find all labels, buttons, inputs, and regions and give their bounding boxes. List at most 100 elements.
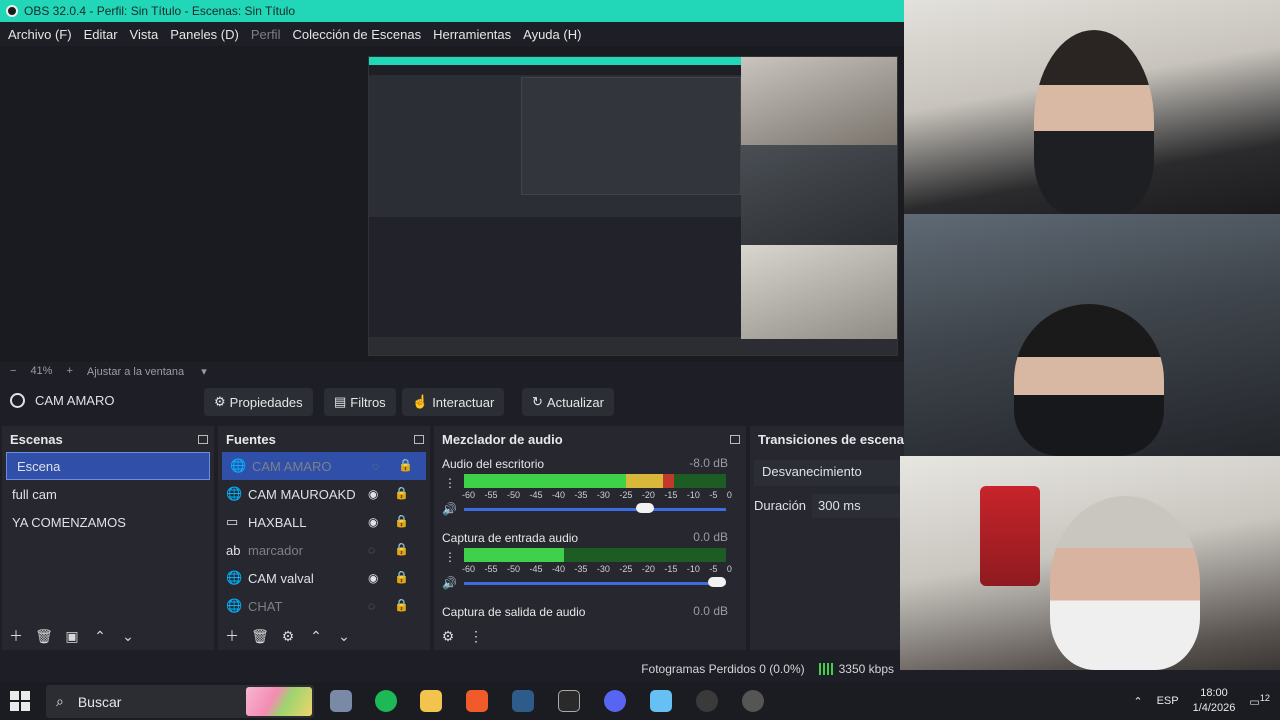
menu-perfil[interactable]: Perfil [245,27,287,42]
chevron-up-icon[interactable]: ⌃ [1133,695,1142,708]
search-icon: ⌕ [56,693,64,709]
filters-button[interactable]: ▤ Filtros [324,388,396,416]
add-icon[interactable]: ＋ [218,626,246,646]
move-down-icon[interactable]: ⌄ [114,628,142,645]
trash-icon[interactable]: 🗑 [246,628,274,645]
steam-icon-2[interactable] [650,690,672,712]
eye-icon[interactable]: ◉ [368,487,378,501]
volume-meter-fill [464,474,726,488]
source-item[interactable]: ab marcador ◌ 🔒 [218,536,430,564]
channel-name: Captura de salida de audio [442,605,586,619]
windows-start-icon[interactable] [10,691,30,711]
source-item[interactable]: 🌐 CAM AMARO ◌ 🔒 [222,452,426,480]
zoom-out-button[interactable]: − [10,365,16,377]
menu-coleccion-escenas[interactable]: Colección de Escenas [286,27,427,42]
volume-slider-handle[interactable] [636,503,654,513]
epic-games-icon[interactable] [558,690,580,712]
volume-slider-handle[interactable] [708,577,726,587]
volume-slider[interactable] [464,582,726,585]
scenes-title: Escenas [10,431,63,447]
steam-icon[interactable] [512,690,534,712]
more-vertical-icon[interactable]: ⋮ [444,550,456,564]
menu-editar[interactable]: Editar [78,27,124,42]
interact-button[interactable]: ☝ Interactuar [402,388,505,416]
obs-taskbar-icon[interactable] [696,690,718,712]
scene-item[interactable]: full cam [2,480,214,508]
menu-paneles[interactable]: Paneles (D) [164,27,245,42]
chat-overlay [904,216,1134,272]
discord-icon[interactable] [604,690,626,712]
zoom-fit-dropdown[interactable]: Ajustar a la ventana ▾ [87,365,207,378]
brave-icon[interactable] [466,690,488,712]
source-item[interactable]: 🌐 CHAT ◌ 🔒 [218,592,430,620]
properties-label: Propiedades [229,394,303,410]
duration-label: Duración [754,498,807,513]
more-vertical-icon[interactable]: ⋮ [462,628,490,645]
gear-icon[interactable]: ⚙ [274,628,302,645]
language-indicator[interactable]: ESP [1157,695,1179,707]
clock-time: 18:00 [1200,687,1228,699]
source-label: CAM AMARO [252,458,332,474]
undock-icon[interactable] [730,434,740,444]
preview-webcam-2 [741,145,897,245]
lock-icon[interactable]: 🔒 [398,458,413,472]
undock-icon[interactable] [414,434,424,444]
eye-hidden-icon[interactable]: ◌ [372,459,379,473]
scene-filters-icon[interactable]: ▣ [58,628,86,645]
trash-icon[interactable]: 🗑 [30,628,58,645]
transition-value: Desvanecimiento [762,464,862,479]
file-explorer-icon[interactable] [420,690,442,712]
menu-herramientas[interactable]: Herramientas [427,27,517,42]
transition-select[interactable]: Desvanecimiento [754,460,904,486]
volume-slider[interactable] [464,508,726,511]
lock-icon[interactable]: 🔒 [394,598,409,612]
sources-dock-footer: ＋ 🗑 ⚙ ⌃ ⌄ [218,622,430,650]
mixer-dock-header: Mezclador de audio [434,426,746,452]
speaker-icon[interactable]: 🔊 [442,576,457,590]
source-toolbar: CAM AMARO ⚙ Propiedades ▤ Filtros ☝ Inte… [0,384,904,420]
source-item[interactable]: 🌐 CAM valval ◉ 🔒 [218,564,430,592]
undock-icon[interactable] [198,434,208,444]
duration-input[interactable]: 300 ms [812,494,904,518]
menu-vista[interactable]: Vista [124,27,165,42]
add-icon[interactable]: ＋ [2,626,30,646]
spotify-icon[interactable] [375,690,397,712]
source-item[interactable]: 🌐 CAM MAUROAKD ◉ 🔒 [218,480,430,508]
webcam-overlay-bottom [900,456,1280,670]
eye-icon[interactable]: ◉ [368,571,378,585]
refresh-button[interactable]: ↻ Actualizar [522,388,614,416]
meter-ticks: -60 -55 -50 -45 -40 -35 -30 -25 -20 -15 -10 -5 0 [462,490,732,500]
app-icon-1[interactable] [330,690,352,712]
scene-item[interactable]: Escena [6,452,210,480]
taskbar-search[interactable]: ⌕ Buscar [46,685,314,718]
app-icon-2[interactable] [742,690,764,712]
search-highlight-image [246,687,312,716]
properties-button[interactable]: ⚙ Propiedades [204,388,313,416]
scene-item[interactable]: YA COMENZAMOS [2,508,214,536]
program-preview[interactable] [368,56,898,356]
move-down-icon[interactable]: ⌄ [330,628,358,645]
mixer-settings-icon[interactable]: ⚙ [434,628,462,645]
menu-archivo[interactable]: Archivo (F) [2,27,78,42]
eye-hidden-icon[interactable]: ◌ [368,543,375,557]
preview-area[interactable] [0,46,904,362]
eye-hidden-icon[interactable]: ◌ [368,599,375,613]
zoom-in-button[interactable]: + [66,365,72,377]
menu-ayuda[interactable]: Ayuda (H) [517,27,587,42]
speaker-icon[interactable]: 🔊 [442,502,457,516]
sources-dock: Fuentes 🌐 CAM AMARO ◌ 🔒 🌐 CAM MAUROAKD ◉… [218,426,430,650]
notification-icon[interactable]: ▭12 [1249,693,1270,709]
bitrate-indicator: 3350 kbps [818,662,894,676]
lock-icon[interactable]: 🔒 [394,486,409,500]
preview-webcam-3 [741,245,897,339]
move-up-icon[interactable]: ⌃ [86,628,114,645]
move-up-icon[interactable]: ⌃ [302,628,330,645]
lock-icon[interactable]: 🔒 [394,514,409,528]
more-vertical-icon[interactable]: ⋮ [444,476,456,490]
lock-icon[interactable]: 🔒 [394,570,409,584]
source-item[interactable]: ▭ HAXBALL ◉ 🔒 [218,508,430,536]
lock-icon[interactable]: 🔒 [394,542,409,556]
menu-bar: Archivo (F) Editar Vista Paneles (D) Per… [0,22,904,46]
clock[interactable]: 18:00 1/4/2026 [1193,686,1236,716]
eye-icon[interactable]: ◉ [368,515,378,529]
